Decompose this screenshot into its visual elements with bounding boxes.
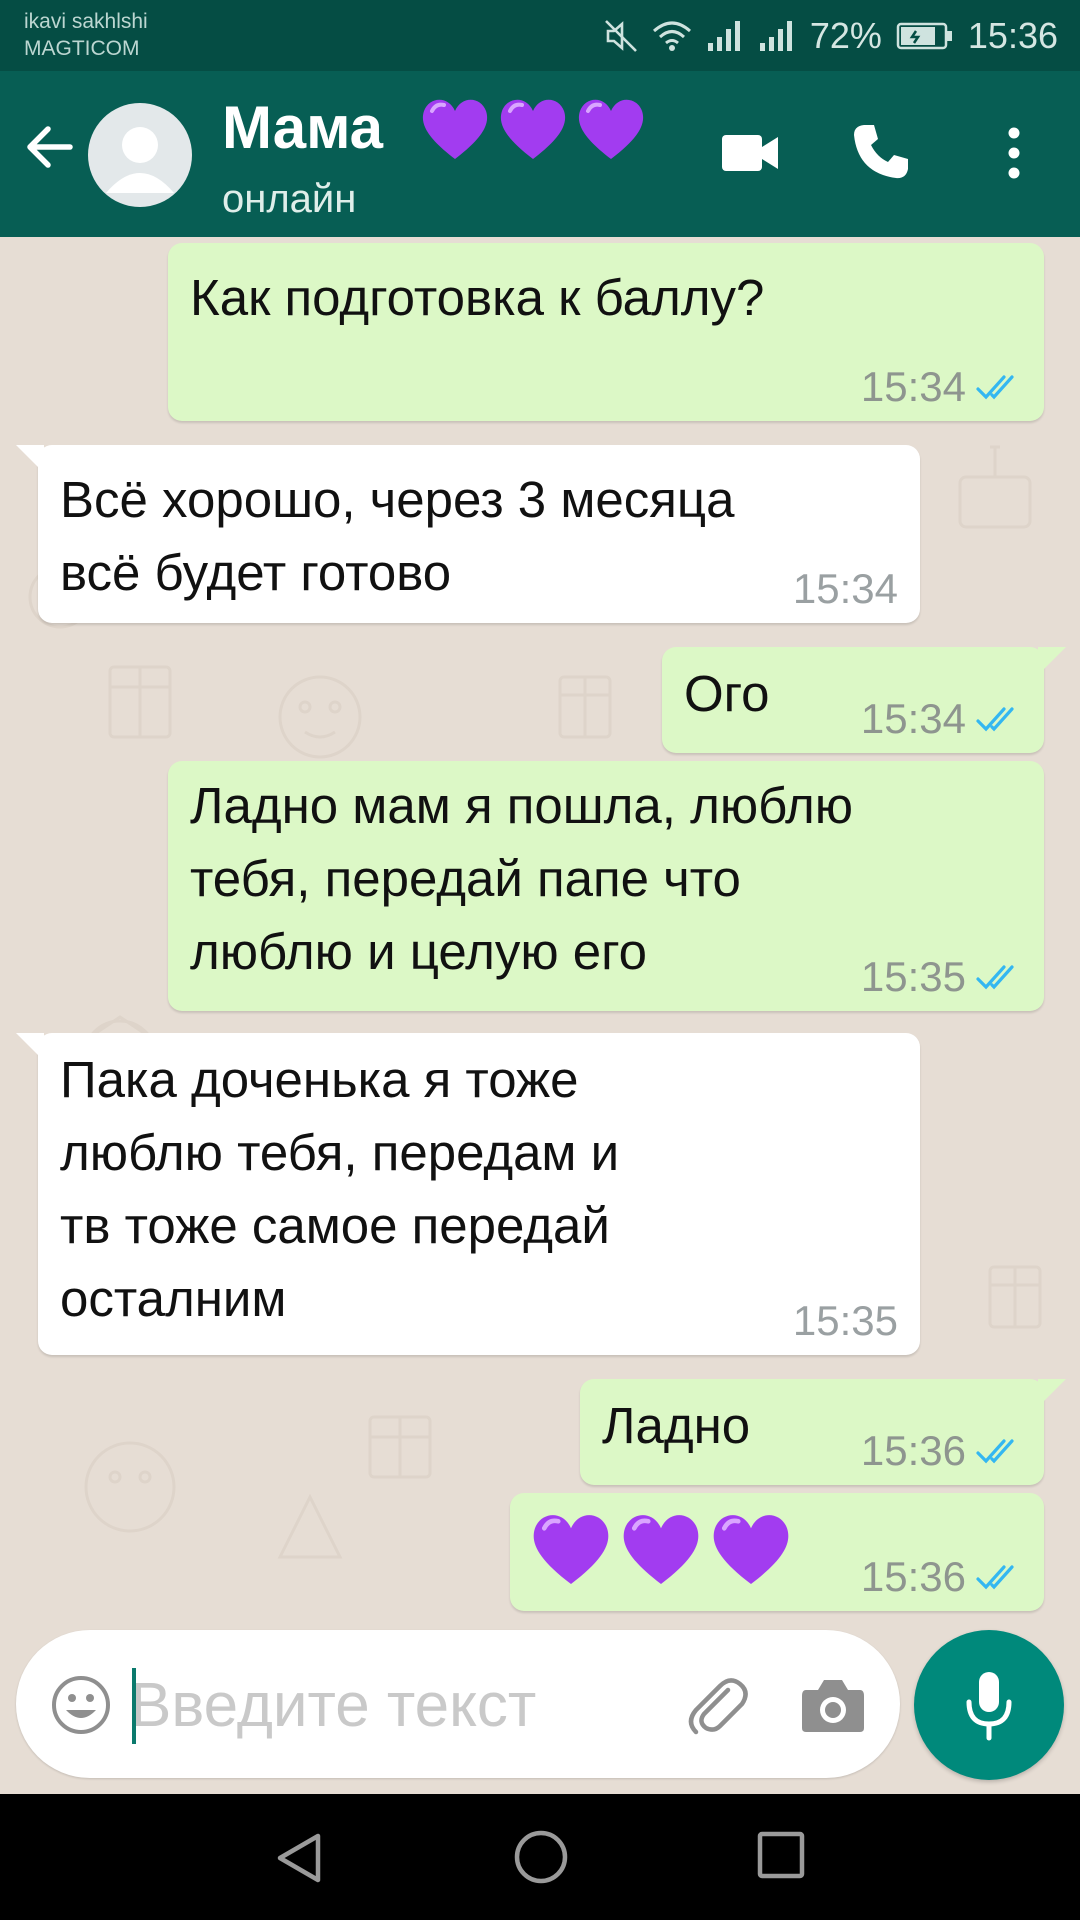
more-vert-icon [1008,127,1020,179]
nav-back-button[interactable] [272,1830,328,1886]
bubble-tail [16,445,44,473]
message-meta: 15:34 [861,363,1022,411]
triangle-back-icon [277,1833,321,1883]
message-meta: 15:34 [861,695,1022,743]
message-outgoing[interactable]: Ого 15:34 [662,647,1066,753]
double-check-read-icon [976,1565,1014,1590]
wifi-icon [652,19,692,53]
title-hearts [418,93,658,173]
more-options-button[interactable] [996,123,1032,183]
mute-icon [604,19,638,53]
bubble-tail [16,1033,44,1061]
voice-message-button[interactable] [914,1630,1064,1780]
chat-messages[interactable]: Как подготовка к баллу? 15:34 Всё хорошо… [0,237,1080,1627]
video-camera-icon [722,135,778,171]
battery-percent: 72% [809,15,882,56]
square-recents-icon [757,1831,805,1879]
system-nav-bar [0,1794,1080,1920]
carrier-line1: ikavi sakhlshi [24,10,148,33]
message-text: Всё хорошо, через 3 месяца всё будет гот… [60,471,735,601]
message-text: Пака доченька я тоже люблю тебя, передам… [60,1051,620,1327]
message-text: Ого [684,665,770,722]
emoji-button[interactable] [50,1674,112,1736]
double-check-read-icon [976,375,1014,400]
message-incoming[interactable]: Пака доченька я тоже люблю тебя, передам… [16,1033,920,1355]
bubble-tail [1038,1379,1066,1407]
message-time: 15:36 [860,1553,966,1600]
status-bar: ikavi sakhlshi MAGTICOM 72% 15:36 [0,0,1080,71]
signal-icon-1 [706,19,744,53]
carrier-label: ikavi sakhlshi MAGTICOM [24,8,148,62]
camera-button[interactable] [800,1674,866,1736]
purple-heart-icon [422,99,488,159]
arrow-left-icon [27,126,73,168]
double-check-read-icon [976,1439,1014,1464]
text-cursor [132,1668,136,1744]
purple-heart-icon [533,1515,609,1585]
message-meta: 15:36 [861,1553,1022,1601]
attach-button[interactable] [682,1670,752,1740]
message-time: 15:35 [792,1297,898,1344]
nav-recents-button[interactable] [756,1830,806,1880]
purple-heart-icon [500,99,566,159]
video-call-button[interactable] [718,123,784,183]
message-meta: 15:35 [793,1297,898,1345]
message-emoji [528,1507,794,1589]
paperclip-icon [688,1678,748,1735]
message-time: 15:35 [860,953,966,1000]
purple-heart-icon [713,1515,789,1585]
voice-call-button[interactable] [850,121,912,183]
double-check-read-icon [976,707,1014,732]
contact-name[interactable]: Мама [222,93,383,162]
battery-icon [896,21,954,51]
purple-heart-icon [623,1515,699,1585]
back-button[interactable] [22,119,78,175]
avatar[interactable] [88,103,192,207]
carrier-line2: MAGTICOM [24,37,140,60]
purple-heart-icon [578,99,644,159]
clock: 15:36 [967,15,1058,56]
message-meta: 15:34 [793,565,898,613]
circle-home-icon [514,1830,568,1884]
message-meta: 15:35 [861,953,1022,1001]
message-input[interactable] [130,1658,670,1752]
bubble-tail [1038,647,1066,675]
status-icons: 72% 15:36 [604,14,1058,58]
double-check-read-icon [976,965,1014,990]
message-text: Как подготовка к баллу? [190,269,765,326]
default-avatar-icon [106,127,174,193]
message-incoming[interactable]: Всё хорошо, через 3 месяца всё будет гот… [16,445,920,623]
message-time: 15:34 [860,363,966,410]
message-time: 15:34 [860,695,966,742]
message-meta: 15:36 [861,1427,1022,1475]
message-outgoing[interactable]: Ладно мам я пошла, люблю тебя, передай п… [168,761,1044,1011]
microphone-icon [966,1672,1012,1741]
message-text: Ладно мам я пошла, люблю тебя, передай п… [190,777,854,980]
phone-icon [854,125,908,179]
chat-header: Мама онлайн [0,71,1080,237]
contact-status: онлайн [222,177,357,221]
message-time: 15:34 [792,565,898,612]
message-text: Ладно [602,1397,751,1454]
message-outgoing[interactable]: Как подготовка к баллу? 15:34 [168,243,1044,421]
message-time: 15:36 [860,1427,966,1474]
camera-icon [802,1680,864,1732]
message-outgoing[interactable]: Ладно 15:36 [580,1379,1066,1485]
message-outgoing[interactable]: 💜💜💜 15:36 [510,1493,1044,1611]
smiley-icon [52,1676,110,1734]
nav-home-button[interactable] [512,1828,570,1886]
signal-icon-2 [758,19,796,53]
message-composer [16,1630,900,1778]
